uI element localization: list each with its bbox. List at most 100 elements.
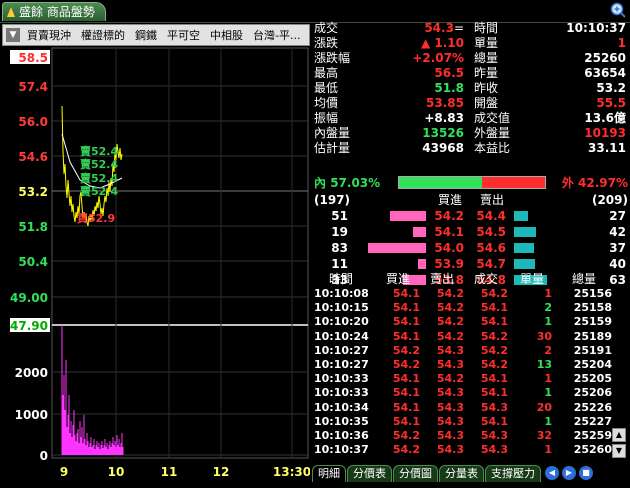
- tick-row[interactable]: 10:10:35 54.1 54.3 54.1 1 25227: [312, 414, 630, 429]
- scroll-up-icon[interactable]: ▲: [612, 428, 626, 442]
- tick-volume: 1: [544, 443, 552, 457]
- quote-label: 本益比: [474, 141, 511, 155]
- quote-value: +8.83: [424, 111, 464, 125]
- tab-price-table[interactable]: 分價表: [347, 465, 392, 482]
- quote-value: 63654: [584, 66, 626, 80]
- dropdown-arrow-icon[interactable]: ▼: [6, 28, 20, 42]
- inner-pct: 57.03%: [330, 176, 381, 190]
- trade-annotation: 賣52.4: [79, 184, 118, 198]
- toolbar-item[interactable]: 鋼鐵: [130, 27, 162, 43]
- tick-row[interactable]: 10:10:20 54.1 54.2 54.1 1 25159: [312, 314, 630, 329]
- outer-pct: 42.97%: [578, 176, 628, 190]
- tick-ask: 54.3: [436, 358, 464, 371]
- trade-annotation: 賣52.4: [79, 171, 118, 185]
- quote-label: 最低: [314, 81, 339, 95]
- toolbar-item[interactable]: 中相股: [205, 27, 248, 43]
- quote-value: 33.11: [588, 141, 626, 155]
- ask-qty-bar: [514, 243, 534, 253]
- tick-ask: 54.2: [436, 287, 464, 300]
- quote-label: 昨量: [474, 66, 499, 80]
- ask-price: 54.5: [476, 225, 506, 239]
- quote-label: 時間: [474, 21, 499, 35]
- tick-ask: 54.2: [436, 301, 464, 315]
- window-title: 盛餘 商品盤勢: [19, 5, 95, 19]
- tick-price: 54.3: [480, 429, 508, 442]
- toolbar-item[interactable]: 平可空: [162, 27, 205, 43]
- tick-time: 10:10:37: [314, 443, 369, 457]
- tick-total: 25156: [573, 287, 612, 300]
- bid-price: 54.2: [434, 209, 464, 223]
- toolbar-item[interactable]: 買賣現沖: [22, 27, 76, 43]
- tick-row[interactable]: 10:10:37 54.2 54.3 54.3 1 25260: [312, 442, 630, 457]
- tick-bid: 54.1: [392, 372, 420, 386]
- ratio-bar-inner: [399, 177, 483, 188]
- tick-total: 25260: [573, 443, 612, 457]
- tick-row[interactable]: 10:10:08 54.1 54.2 54.2 1 25156: [312, 286, 630, 301]
- window-title-tab[interactable]: 盛餘 商品盤勢: [2, 2, 106, 21]
- tick-total: 25158: [573, 301, 612, 315]
- stop-icon[interactable]: ■: [579, 466, 593, 480]
- tick-time: 10:10:33: [314, 372, 369, 386]
- svg-text:2000: 2000: [15, 366, 48, 380]
- toolbar-item[interactable]: 權證標的: [76, 27, 130, 43]
- tick-column-header: 時間: [328, 272, 353, 286]
- tick-row[interactable]: 10:10:27 54.2 54.3 54.2 2 25191: [312, 343, 630, 358]
- scrollbar[interactable]: ▲ ▼: [612, 428, 626, 458]
- svg-text:54.6: 54.6: [18, 150, 48, 164]
- order-book-row[interactable]: 83 54.0 54.6 37: [312, 240, 630, 256]
- tab-details[interactable]: 明細: [312, 465, 346, 482]
- tick-row[interactable]: 10:10:27 54.2 54.3 54.2 13 25204: [312, 357, 630, 372]
- order-book-row[interactable]: 19 54.1 54.5 42: [312, 224, 630, 240]
- quote-label: 振幅: [314, 111, 339, 125]
- tick-row[interactable]: 10:10:34 54.1 54.3 54.3 20 25226: [312, 400, 630, 415]
- price-axis-label: 56.0: [18, 115, 48, 129]
- svg-text:56.0: 56.0: [18, 115, 48, 129]
- tick-column-header: 單量: [519, 272, 544, 286]
- quote-value: 54.3=: [424, 21, 464, 35]
- tick-total: 25259: [573, 429, 612, 442]
- bid-qty-bar: [413, 227, 426, 237]
- bid-price: 54.0: [434, 241, 464, 255]
- order-book-row[interactable]: 51 54.2 54.4 27: [312, 208, 630, 224]
- tick-row[interactable]: 10:10:33 54.1 54.2 54.1 1 25205: [312, 371, 630, 386]
- toolbar-item[interactable]: 台灣-平...: [248, 27, 305, 43]
- svg-text:50.4: 50.4: [18, 255, 48, 269]
- intraday-chart[interactable]: 58.5 57.4 56.0 54.6 53.2 51.8 50.4 49.00 47.90 20…: [0, 46, 310, 486]
- tick-row[interactable]: 10:10:33 54.1 54.3 54.1 1 25206: [312, 385, 630, 400]
- quote-label: 最高: [314, 66, 339, 80]
- price-axis-label: 58.5: [10, 50, 50, 65]
- quote-label: 外盤量: [474, 126, 511, 140]
- ask-count: (209): [591, 193, 628, 207]
- quote-row: 最高 56.5 昨量 63654: [312, 66, 630, 81]
- tick-time: 10:10:27: [314, 343, 369, 357]
- bid-qty: 51: [331, 209, 348, 223]
- tick-ask: 54.3: [436, 443, 464, 457]
- tick-price: 54.2: [480, 287, 508, 300]
- tick-row[interactable]: 10:10:24 54.1 54.2 54.2 30 25189: [312, 329, 630, 344]
- scroll-down-icon[interactable]: ▼: [612, 444, 626, 458]
- tick-row[interactable]: 10:10:36 54.2 54.3 54.3 32 25259: [312, 428, 630, 443]
- volume-axis-label: 1000: [15, 408, 48, 422]
- bid-qty-bar: [418, 259, 426, 269]
- tick-row[interactable]: 10:10:15 54.1 54.2 54.1 2 25158: [312, 300, 630, 315]
- tick-time: 10:10:33: [314, 386, 369, 400]
- trade-annotation: 賣52.4: [79, 144, 118, 158]
- quote-value: 10193: [584, 126, 626, 140]
- zoom-icon[interactable]: [610, 2, 626, 18]
- tab-price-chart[interactable]: 分價圖: [393, 465, 438, 482]
- quote-label: 漲跌: [314, 36, 339, 50]
- tab-support-resistance[interactable]: 支撐壓力: [485, 465, 541, 482]
- time-axis-label: 13:30: [273, 465, 310, 479]
- quote-value-suffix: =: [453, 21, 464, 35]
- ask-price: 54.4: [476, 209, 506, 223]
- tab-volume-table[interactable]: 分量表: [439, 465, 484, 482]
- time-axis-label: 10: [108, 465, 125, 479]
- tick-volume: 30: [536, 329, 552, 343]
- svg-text:57.4: 57.4: [18, 80, 48, 94]
- tick-total: 25205: [573, 372, 612, 386]
- trade-annotation: 買52.9: [77, 212, 115, 225]
- next-icon[interactable]: ▶: [562, 466, 576, 480]
- tick-volume: 13: [536, 358, 552, 371]
- volume-axis-label: 2000: [15, 366, 48, 380]
- prev-icon[interactable]: ◀: [545, 466, 559, 480]
